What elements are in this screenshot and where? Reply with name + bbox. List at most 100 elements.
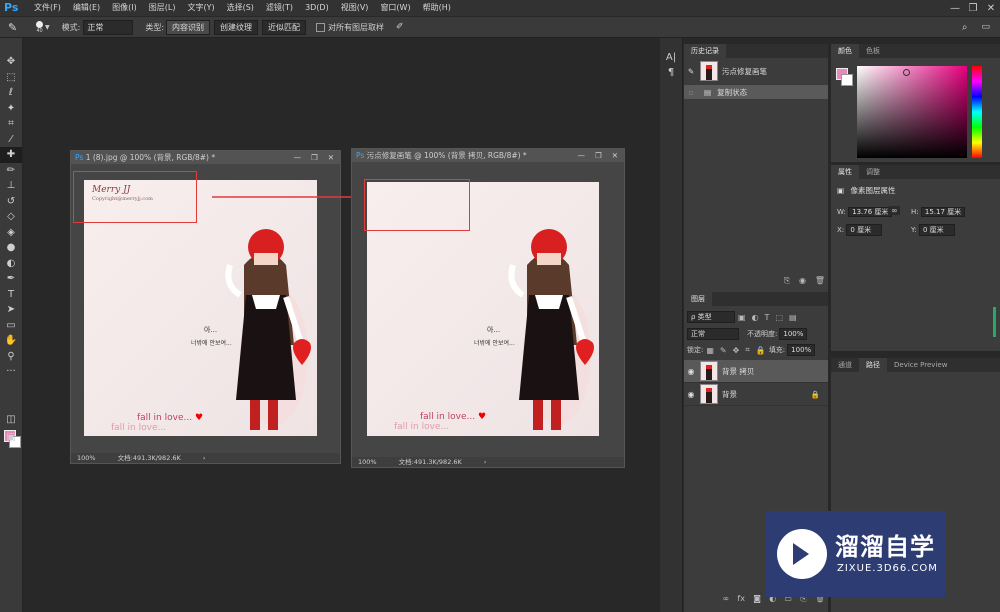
- lock-all-icon[interactable]: 🔒: [756, 346, 766, 355]
- more-tools-icon[interactable]: ···: [0, 364, 22, 380]
- menu-select[interactable]: 选择(S): [221, 0, 260, 16]
- content-aware-button[interactable]: 内容识别: [166, 19, 211, 35]
- visibility-eye-icon[interactable]: ◉: [684, 390, 698, 399]
- filter-pixel-icon[interactable]: ▣: [738, 313, 746, 322]
- pen-tool-icon[interactable]: ✒: [0, 271, 22, 287]
- tab-device-preview[interactable]: Device Preview: [887, 358, 954, 372]
- lock-position-icon[interactable]: ✥: [733, 346, 740, 355]
- lock-artboard-icon[interactable]: ⌗: [745, 345, 750, 355]
- doc-restore-icon[interactable]: ❐: [595, 151, 602, 160]
- type-tool-icon[interactable]: T: [0, 287, 22, 303]
- layer-name[interactable]: 背景: [722, 389, 811, 400]
- path-selection-icon[interactable]: ➤: [0, 302, 22, 318]
- mode-select[interactable]: 正常: [83, 19, 134, 35]
- tab-adjustments[interactable]: 调整: [859, 165, 887, 179]
- tab-swatches[interactable]: 色板: [859, 44, 887, 58]
- zoom-level[interactable]: 100%: [358, 458, 377, 466]
- doc-restore-icon[interactable]: ❐: [311, 153, 318, 162]
- filter-shape-icon[interactable]: ⬚: [775, 313, 783, 322]
- restore-button[interactable]: ❐: [964, 3, 982, 14]
- menu-view[interactable]: 视图(V): [335, 0, 375, 16]
- history-brush-icon[interactable]: ↺: [0, 194, 22, 210]
- blur-tool-icon[interactable]: ●: [0, 240, 22, 256]
- crop-tool-icon[interactable]: ⌗: [0, 116, 22, 132]
- hand-tool-icon[interactable]: ✋: [0, 333, 22, 349]
- tab-layers[interactable]: 图层: [684, 292, 712, 306]
- color-picker-cursor[interactable]: [903, 69, 910, 76]
- clone-stamp-icon[interactable]: ⊥: [0, 178, 22, 194]
- properties-scrollbar[interactable]: [993, 307, 996, 337]
- history-brush-source-icon[interactable]: ✎: [684, 67, 698, 76]
- filter-smart-icon[interactable]: ▤: [789, 313, 797, 322]
- paragraph-panel-icon[interactable]: ¶: [660, 67, 682, 78]
- proximity-match-button[interactable]: 近似匹配: [262, 19, 307, 35]
- paint-bucket-icon[interactable]: ◈: [0, 225, 22, 241]
- hue-slider[interactable]: [972, 66, 982, 158]
- tab-history[interactable]: 历史记录: [684, 44, 726, 58]
- workspace-icon[interactable]: ▭: [981, 22, 990, 32]
- history-state[interactable]: ▫ ▤ 复制状态: [684, 85, 828, 99]
- menu-filter[interactable]: 滤镜(T): [260, 0, 299, 16]
- doc-close-icon[interactable]: ✕: [612, 151, 618, 160]
- close-button[interactable]: ✕: [982, 3, 1000, 14]
- move-tool-icon[interactable]: ✥: [0, 54, 22, 70]
- create-texture-button[interactable]: 创建纹理: [214, 19, 259, 35]
- menu-type[interactable]: 文字(Y): [181, 0, 220, 16]
- w-input[interactable]: 13.76 厘米: [848, 207, 893, 217]
- dodge-tool-icon[interactable]: ◐: [0, 256, 22, 272]
- eyedropper-icon[interactable]: ⁄: [0, 132, 22, 148]
- new-document-icon[interactable]: ⎘: [784, 276, 790, 285]
- pressure-icon[interactable]: ✐: [396, 22, 404, 32]
- document-title-bar[interactable]: Ps 1 (8).jpg @ 100% (背景, RGB/8#) * — ❐ ✕: [71, 151, 340, 164]
- brush-tool-icon[interactable]: ✏: [0, 163, 22, 179]
- menu-help[interactable]: 帮助(H): [417, 0, 457, 16]
- lasso-tool-icon[interactable]: ℓ: [0, 85, 22, 101]
- history-snapshot[interactable]: ✎ 污点修复画笔: [684, 61, 828, 81]
- marquee-tool-icon[interactable]: ⬚: [0, 70, 22, 86]
- document-title-bar[interactable]: Ps 污点修复画笔 @ 100% (背景 拷贝, RGB/8#) * — ❐ ✕: [352, 149, 624, 162]
- screen-mode-icon[interactable]: ▣: [0, 430, 22, 446]
- chevron-down-icon[interactable]: ▼: [45, 24, 50, 31]
- layer-style-icon[interactable]: fx: [737, 594, 745, 603]
- lock-transparent-icon[interactable]: ▦: [706, 346, 714, 355]
- trash-icon[interactable]: 🗑: [815, 276, 825, 285]
- zoom-level[interactable]: 100%: [77, 454, 96, 462]
- quick-mask-icon[interactable]: ◫: [0, 412, 22, 428]
- tab-color[interactable]: 颜色: [831, 44, 859, 58]
- tab-channels[interactable]: 通道: [831, 358, 859, 372]
- brush-preset-picker[interactable]: 40: [36, 20, 43, 34]
- fill-input[interactable]: 100%: [787, 344, 816, 356]
- doc-minimize-icon[interactable]: —: [293, 153, 301, 162]
- visibility-eye-icon[interactable]: ◉: [684, 367, 698, 376]
- spot-healing-brush-icon[interactable]: ✎: [8, 21, 24, 34]
- eraser-icon[interactable]: ◇: [0, 209, 22, 225]
- filter-adjust-icon[interactable]: ◐: [752, 313, 759, 322]
- sample-all-layers-checkbox[interactable]: [316, 22, 326, 32]
- menu-layer[interactable]: 图层(L): [143, 0, 182, 16]
- tab-properties[interactable]: 属性: [831, 165, 859, 179]
- y-input[interactable]: 0 厘米: [918, 224, 955, 236]
- layer-name[interactable]: 背景 拷贝: [722, 366, 754, 377]
- zoom-tool-icon[interactable]: ⚲: [0, 349, 22, 365]
- doc-minimize-icon[interactable]: —: [577, 151, 585, 160]
- doc-close-icon[interactable]: ✕: [328, 153, 334, 162]
- search-icon[interactable]: ⌕: [962, 22, 968, 33]
- color-field[interactable]: [857, 66, 967, 158]
- status-menu-arrow-icon[interactable]: ›: [203, 454, 206, 462]
- layer-row[interactable]: ◉ 背景 🔒: [684, 383, 828, 406]
- camera-icon[interactable]: ◉: [799, 276, 806, 285]
- blend-mode-select[interactable]: 正常: [687, 328, 739, 340]
- status-menu-arrow-icon[interactable]: ›: [484, 458, 487, 466]
- minimize-button[interactable]: —: [946, 3, 964, 14]
- menu-window[interactable]: 窗口(W): [374, 0, 416, 16]
- magic-wand-icon[interactable]: ✦: [0, 101, 22, 117]
- menu-3d[interactable]: 3D(D): [299, 0, 335, 16]
- rectangle-tool-icon[interactable]: ▭: [0, 318, 22, 334]
- healing-brush-icon[interactable]: ✚: [0, 147, 22, 163]
- h-input[interactable]: 15.17 厘米: [920, 207, 966, 217]
- panel-bg-swatch[interactable]: [841, 74, 853, 86]
- menu-image[interactable]: 图像(I): [106, 0, 143, 16]
- tab-paths[interactable]: 路径: [859, 358, 887, 372]
- lock-pixels-icon[interactable]: ✎: [720, 346, 727, 355]
- opacity-input[interactable]: 100%: [779, 328, 808, 340]
